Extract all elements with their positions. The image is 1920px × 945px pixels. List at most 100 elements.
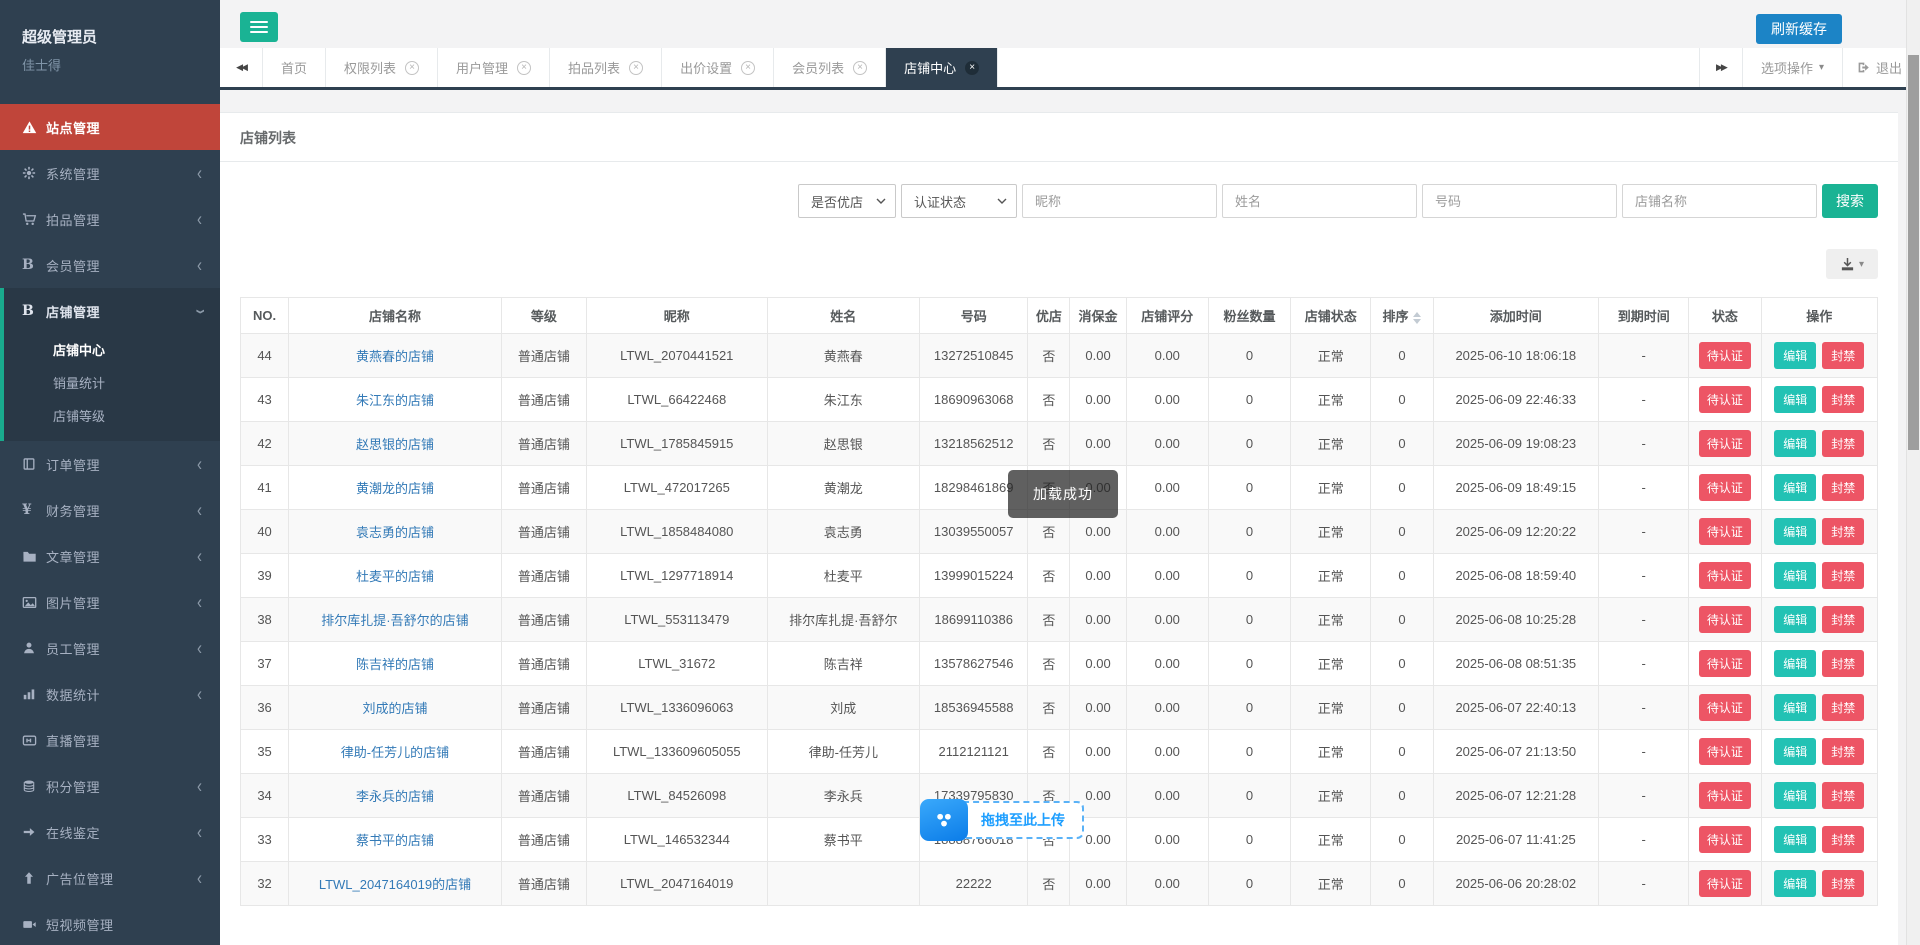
sidebar-item-shop-center[interactable]: 店铺中心: [4, 334, 220, 367]
close-icon[interactable]: ×: [853, 61, 867, 75]
scrollbar-thumb[interactable]: [1908, 55, 1919, 450]
shop-link[interactable]: 袁志勇的店铺: [356, 525, 434, 540]
sidebar-item-member[interactable]: B会员管理‹: [0, 242, 220, 288]
sidebar-item-finance[interactable]: ¥财务管理‹: [0, 487, 220, 533]
options-dropdown[interactable]: 选项操作 ▾: [1743, 48, 1843, 87]
edit-button[interactable]: 编辑: [1774, 430, 1816, 457]
shop-link[interactable]: 刘成的店铺: [362, 701, 427, 716]
is-best-shop-select[interactable]: 是否优店: [798, 184, 896, 218]
ban-button[interactable]: 封禁: [1822, 386, 1864, 413]
shop-link[interactable]: 黄燕春的店铺: [356, 349, 434, 364]
ban-button[interactable]: 封禁: [1822, 430, 1864, 457]
close-icon[interactable]: ×: [965, 61, 979, 75]
edit-button[interactable]: 编辑: [1774, 694, 1816, 721]
edit-button[interactable]: 编辑: [1774, 562, 1816, 589]
edit-button[interactable]: 编辑: [1774, 738, 1816, 765]
ban-button[interactable]: 封禁: [1822, 782, 1864, 809]
status-badge[interactable]: 待认证: [1699, 870, 1751, 897]
sidebar-item-shop[interactable]: B店铺管理‹: [4, 288, 220, 334]
tab-home[interactable]: 首页: [263, 48, 326, 87]
search-button[interactable]: 搜索: [1822, 184, 1878, 218]
ban-button[interactable]: 封禁: [1822, 562, 1864, 589]
close-icon[interactable]: ×: [741, 61, 755, 75]
sidebar-item-image[interactable]: 图片管理‹: [0, 579, 220, 625]
tab-permission-list[interactable]: 权限列表×: [326, 48, 438, 87]
tab-auction-list[interactable]: 拍品列表×: [550, 48, 662, 87]
edit-button[interactable]: 编辑: [1774, 518, 1816, 545]
tab-shop-center[interactable]: 店铺中心×: [886, 48, 998, 87]
shop-link[interactable]: LTWL_2047164019的店铺: [319, 877, 471, 892]
tab-user-management[interactable]: 用户管理×: [438, 48, 550, 87]
status-badge[interactable]: 待认证: [1699, 430, 1751, 457]
menu-toggle-button[interactable]: [240, 12, 278, 42]
close-icon[interactable]: ×: [629, 61, 643, 75]
tab-bid-settings[interactable]: 出价设置×: [662, 48, 774, 87]
ban-button[interactable]: 封禁: [1822, 826, 1864, 853]
ban-button[interactable]: 封禁: [1822, 650, 1864, 677]
sidebar-item-ads[interactable]: 广告位管理‹: [0, 855, 220, 901]
status-badge[interactable]: 待认证: [1699, 562, 1751, 589]
status-badge[interactable]: 待认证: [1699, 650, 1751, 677]
ban-button[interactable]: 封禁: [1822, 694, 1864, 721]
sidebar-item-live[interactable]: 直播管理: [0, 717, 220, 763]
status-badge[interactable]: 待认证: [1699, 518, 1751, 545]
shop-name-input[interactable]: [1622, 184, 1817, 218]
tabs-scroll-right-button[interactable]: ▶▶: [1699, 48, 1743, 87]
shop-link[interactable]: 李永兵的店铺: [356, 789, 434, 804]
tab-member-list[interactable]: 会员列表×: [774, 48, 886, 87]
cert-status-select[interactable]: 认证状态: [901, 184, 1017, 218]
sidebar-item-staff[interactable]: 员工管理‹: [0, 625, 220, 671]
sort-icon[interactable]: [1413, 312, 1421, 324]
edit-button[interactable]: 编辑: [1774, 826, 1816, 853]
status-badge[interactable]: 待认证: [1699, 694, 1751, 721]
sidebar-item-article[interactable]: 文章管理‹: [0, 533, 220, 579]
sidebar-item-sales-stats[interactable]: 销量统计: [4, 367, 220, 400]
ban-button[interactable]: 封禁: [1822, 870, 1864, 897]
status-badge[interactable]: 待认证: [1699, 782, 1751, 809]
shop-link[interactable]: 赵思银的店铺: [356, 437, 434, 452]
refresh-cache-button[interactable]: 刷新缓存: [1756, 14, 1842, 44]
edit-button[interactable]: 编辑: [1774, 342, 1816, 369]
ban-button[interactable]: 封禁: [1822, 474, 1864, 501]
phone-input[interactable]: [1422, 184, 1617, 218]
shop-link[interactable]: 蔡书平的店铺: [356, 833, 434, 848]
close-icon[interactable]: ×: [517, 61, 531, 75]
edit-button[interactable]: 编辑: [1774, 386, 1816, 413]
status-badge[interactable]: 待认证: [1699, 738, 1751, 765]
edit-button[interactable]: 编辑: [1774, 650, 1816, 677]
status-badge[interactable]: 待认证: [1699, 826, 1751, 853]
sidebar-item-system[interactable]: 系统管理‹: [0, 150, 220, 196]
edit-button[interactable]: 编辑: [1774, 606, 1816, 633]
shop-link[interactable]: 排尔库扎提·吾舒尔的店铺: [321, 613, 468, 628]
sidebar-item-shop-level[interactable]: 店铺等级: [4, 400, 220, 433]
shop-link[interactable]: 陈吉祥的店铺: [356, 657, 434, 672]
shop-link[interactable]: 朱江东的店铺: [356, 393, 434, 408]
nickname-input[interactable]: [1022, 184, 1217, 218]
shop-link[interactable]: 黄潮龙的店铺: [356, 481, 434, 496]
sidebar-item-video[interactable]: 短视频管理: [0, 901, 220, 945]
ban-button[interactable]: 封禁: [1822, 342, 1864, 369]
status-badge[interactable]: 待认证: [1699, 606, 1751, 633]
tabs-scroll-left-button[interactable]: ◀◀: [220, 48, 263, 87]
status-badge[interactable]: 待认证: [1699, 386, 1751, 413]
shop-link[interactable]: 律助-任芳儿的店铺: [341, 745, 449, 760]
edit-button[interactable]: 编辑: [1774, 870, 1816, 897]
ban-button[interactable]: 封禁: [1822, 606, 1864, 633]
edit-button[interactable]: 编辑: [1774, 474, 1816, 501]
status-badge[interactable]: 待认证: [1699, 342, 1751, 369]
shop-link[interactable]: 杜麦平的店铺: [356, 569, 434, 584]
sidebar-item-order[interactable]: 订单管理‹: [0, 441, 220, 487]
sidebar-item-site[interactable]: 站点管理: [0, 104, 220, 150]
name-input[interactable]: [1222, 184, 1417, 218]
scrollbar[interactable]: [1906, 0, 1920, 945]
close-icon[interactable]: ×: [405, 61, 419, 75]
sidebar-item-stats[interactable]: 数据统计‹: [0, 671, 220, 717]
export-button[interactable]: ▾: [1826, 249, 1878, 279]
sidebar-item-auction[interactable]: 拍品管理‹: [0, 196, 220, 242]
ban-button[interactable]: 封禁: [1822, 738, 1864, 765]
edit-button[interactable]: 编辑: [1774, 782, 1816, 809]
sidebar-item-appraisal[interactable]: 在线鉴定‹: [0, 809, 220, 855]
sidebar-item-points[interactable]: 积分管理‹: [0, 763, 220, 809]
status-badge[interactable]: 待认证: [1699, 474, 1751, 501]
ban-button[interactable]: 封禁: [1822, 518, 1864, 545]
